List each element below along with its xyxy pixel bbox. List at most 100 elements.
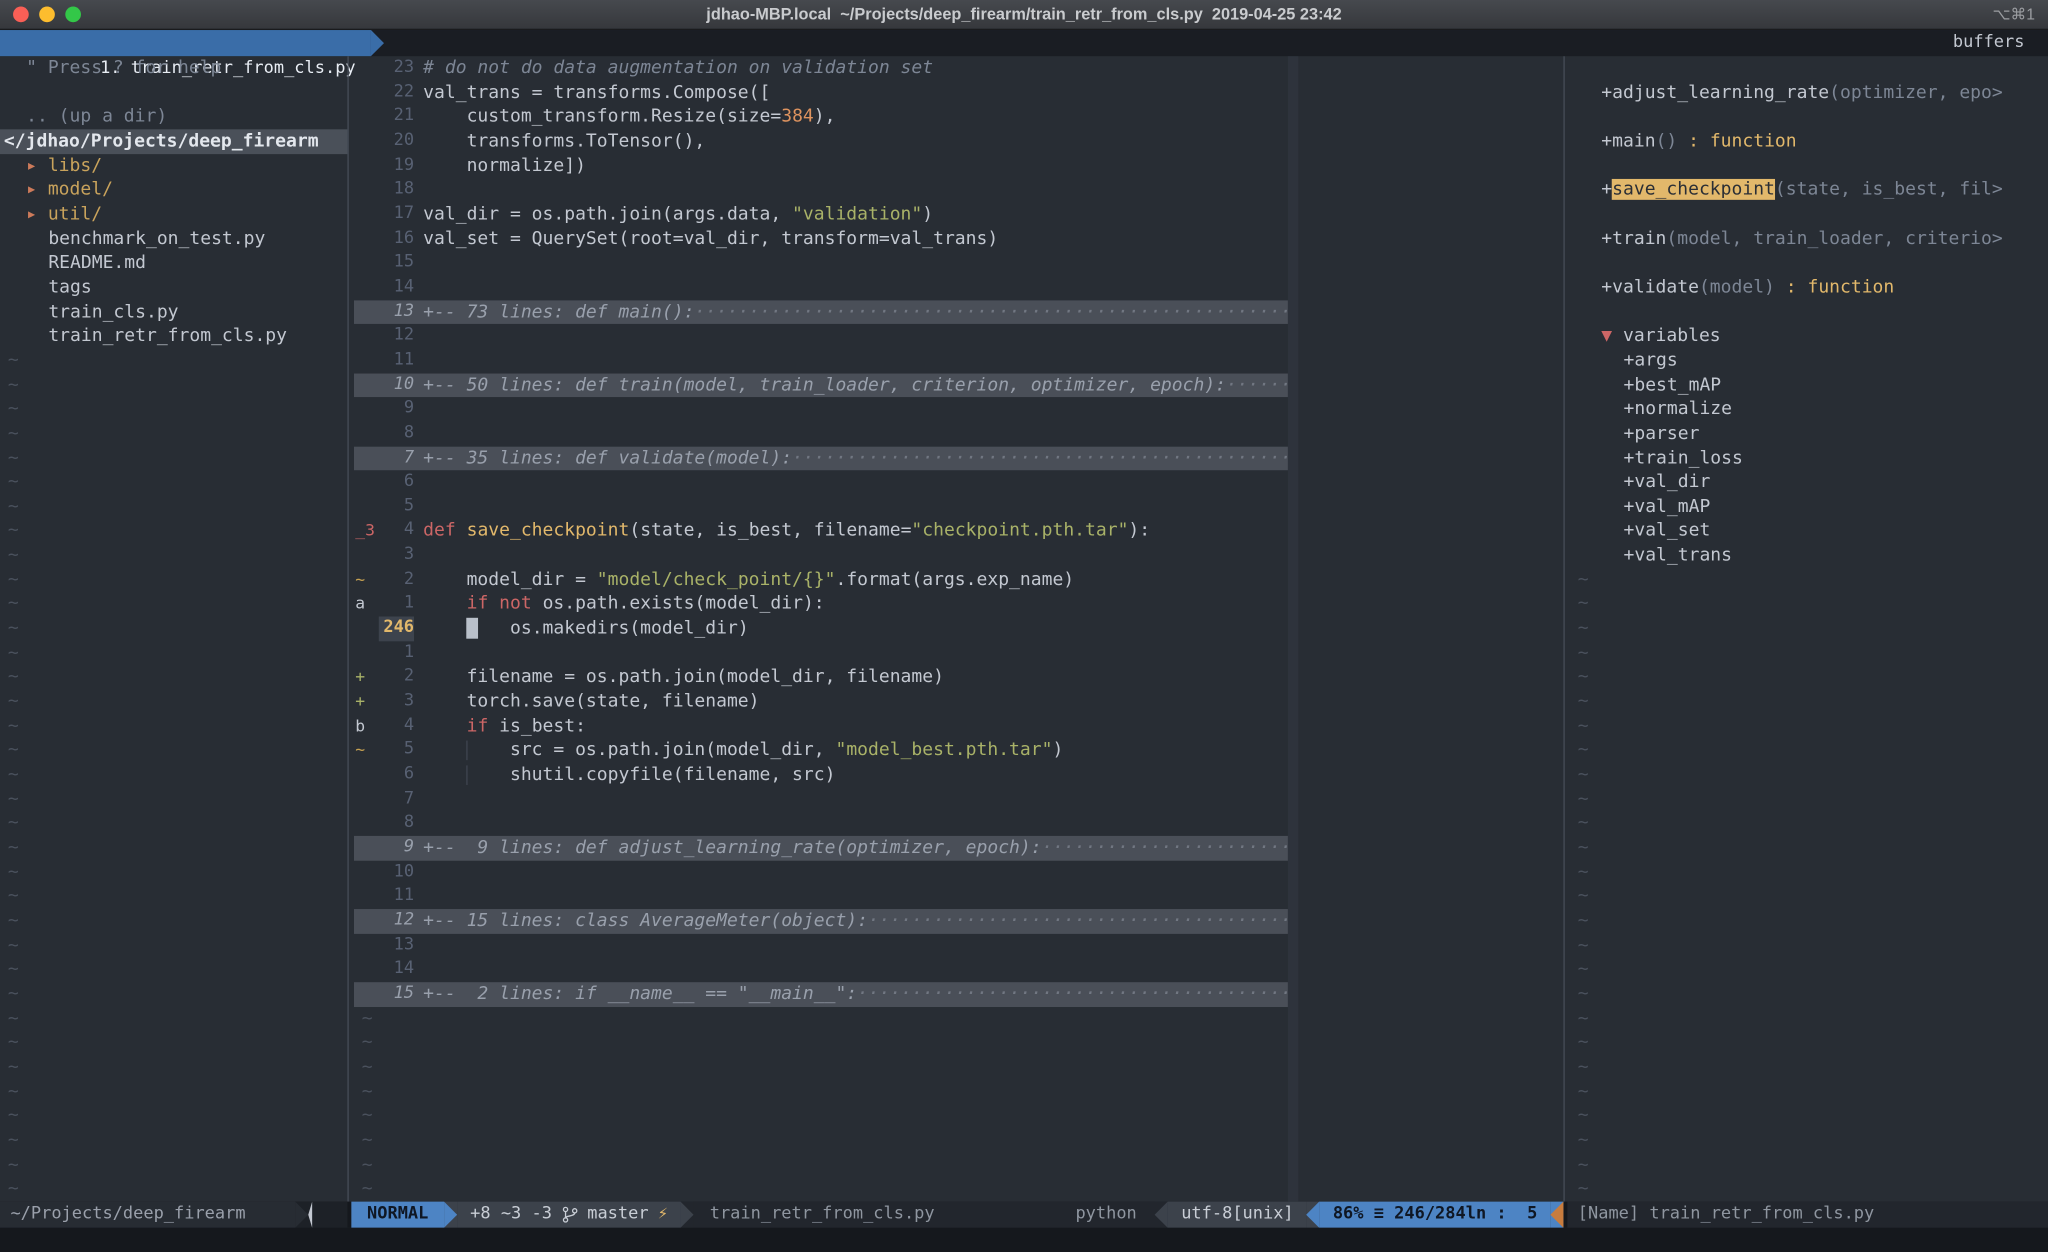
- code-line[interactable]: 12: [351, 324, 1563, 348]
- line-number: 1: [379, 592, 414, 616]
- tagbar-entry[interactable]: +val_set: [1567, 519, 2048, 543]
- tagbar-entry[interactable]: +main() : function: [1567, 129, 2048, 153]
- gutter-sign: [351, 933, 378, 957]
- code-line[interactable]: 246 os.makedirs(model_dir): [351, 617, 1563, 641]
- code-line[interactable]: 16val_set = QuerySet(root=val_dir, trans…: [351, 227, 1563, 251]
- tagbar-entry[interactable]: +val_trans: [1567, 544, 2048, 568]
- code-line[interactable]: 22val_trans = transforms.Compose([: [351, 81, 1563, 105]
- tilde-mark: ~: [1578, 1032, 1589, 1053]
- code-line[interactable]: 7: [351, 787, 1563, 811]
- tagbar-entry[interactable]: +parser: [1567, 422, 2048, 446]
- nerdtree-item-file[interactable]: README.md: [0, 251, 347, 275]
- code-line[interactable]: ~5 src = os.path.join(model_dir, "model_…: [351, 738, 1563, 762]
- empty-line-tilde: ~: [0, 544, 347, 568]
- code-line[interactable]: _34def save_checkpoint(state, is_best, f…: [351, 519, 1563, 543]
- tagbar-entry[interactable]: ▼ variables: [1567, 324, 2048, 348]
- code-line[interactable]: 11: [351, 349, 1563, 373]
- nerdtree-item-file[interactable]: benchmark_on_test.py: [0, 227, 347, 251]
- nerdtree-item-dir[interactable]: ▸ model/: [0, 178, 347, 202]
- nerdtree-item-dir[interactable]: ▸ util/: [0, 202, 347, 226]
- minimize-button[interactable]: [39, 7, 55, 23]
- empty-line-tilde: ~: [0, 617, 347, 641]
- nerdtree-item-file[interactable]: train_retr_from_cls.py: [0, 324, 347, 348]
- gutter-sign: [351, 397, 378, 421]
- powerline-arrow: [1307, 1202, 1320, 1228]
- line-number: 22: [379, 81, 414, 105]
- line-number: 8: [379, 812, 414, 836]
- powerline-arrow: [444, 1202, 457, 1228]
- code-text: +-- 50 lines: def train(model, train_loa…: [423, 373, 1291, 397]
- fold-fill: ········································: [857, 983, 1291, 1004]
- nerdtree-item-file[interactable]: tags: [0, 275, 347, 299]
- tagbar-entry[interactable]: +normalize: [1567, 397, 2048, 421]
- code-line[interactable]: 6: [351, 470, 1563, 494]
- code-line[interactable]: 21 custom_transform.Resize(size=384),: [351, 105, 1563, 129]
- gutter-sign: [351, 495, 378, 519]
- code-line[interactable]: 6 shutil.copyfile(filename, src): [351, 763, 1563, 787]
- code-line[interactable]: 3: [351, 544, 1563, 568]
- nerdtree-up-dir[interactable]: .. (up a dir): [0, 105, 347, 129]
- code-line[interactable]: ~2 model_dir = "model/check_point/{}".fo…: [351, 568, 1563, 592]
- nerdtree-item-dir[interactable]: ▸ libs/: [0, 154, 347, 178]
- code-line[interactable]: 19 normalize]): [351, 154, 1563, 178]
- nerdtree-root[interactable]: </jdhao/Projects/deep_firearm: [0, 129, 347, 153]
- tag-kind: : function: [1677, 131, 1796, 152]
- code-line[interactable]: a1 if not os.path.exists(model_dir):: [351, 592, 1563, 616]
- line-number: 9: [379, 397, 414, 421]
- tab-active[interactable]: 1. train_retr_from_cls.py: [0, 30, 371, 56]
- gutter-sign: [351, 982, 378, 1006]
- line-number: 3: [379, 690, 414, 714]
- powerline-arrow-warning: [1550, 1202, 1563, 1228]
- code-line[interactable]: +2 filename = os.path.join(model_dir, fi…: [351, 665, 1563, 689]
- empty-line-tilde: ~: [0, 1006, 347, 1030]
- code-line[interactable]: +3 torch.save(state, filename): [351, 690, 1563, 714]
- code-line[interactable]: 18: [351, 178, 1563, 202]
- code-line[interactable]: 14: [351, 958, 1563, 982]
- code-line[interactable]: 9: [351, 397, 1563, 421]
- line-number: 17: [379, 202, 414, 226]
- close-button[interactable]: [13, 7, 29, 23]
- code-line[interactable]: 1: [351, 641, 1563, 665]
- tagbar-entry[interactable]: +validate(model) : function: [1567, 275, 2048, 299]
- tagbar-entry[interactable]: +adjust_learning_rate(optimizer, epo>: [1567, 81, 2048, 105]
- tagbar-entry[interactable]: +val_dir: [1567, 470, 2048, 494]
- folded-line[interactable]: 9+-- 9 lines: def adjust_learning_rate(o…: [351, 836, 1563, 860]
- line-number: 11: [379, 885, 414, 909]
- tag-name: +adjust_learning_rate: [1601, 82, 1829, 103]
- folded-line[interactable]: 7+-- 35 lines: def validate(model):·····…: [351, 446, 1563, 470]
- code-line[interactable]: 8: [351, 422, 1563, 446]
- window-separator-left[interactable]: [347, 56, 348, 1201]
- vim-content: " Press ? for help.. (up a dir)</jdhao/P…: [0, 56, 2048, 1201]
- folded-line[interactable]: 10+-- 50 lines: def train(model, train_l…: [351, 373, 1563, 397]
- code-line[interactable]: 10: [351, 860, 1563, 884]
- zoom-button[interactable]: [65, 7, 81, 23]
- line-number: 15: [379, 982, 414, 1006]
- folded-line[interactable]: 12+-- 15 lines: class AverageMeter(objec…: [351, 909, 1563, 933]
- code-line[interactable]: 20 transforms.ToTensor(),: [351, 129, 1563, 153]
- code-line[interactable]: 14: [351, 275, 1563, 299]
- code-line[interactable]: 13: [351, 933, 1563, 957]
- code-line[interactable]: 11: [351, 885, 1563, 909]
- folded-line[interactable]: 15+-- 2 lines: if __name__ == "__main__"…: [351, 982, 1563, 1006]
- tagbar-entry[interactable]: +val_mAP: [1567, 495, 2048, 519]
- code-line[interactable]: 17 val_dir = os.path.join(args.data, "val…: [351, 202, 1563, 226]
- empty-line-tilde: ~: [0, 470, 347, 494]
- tagbar-entry[interactable]: +save_checkpoint(state, is_best, fil>: [1567, 178, 2048, 202]
- tagbar-entry[interactable]: +train(model, train_loader, criterio>: [1567, 227, 2048, 251]
- window-separator-right[interactable]: [1563, 56, 1564, 1201]
- tagbar-entry[interactable]: +train_loss: [1567, 446, 2048, 470]
- tagbar-entry[interactable]: +args: [1567, 349, 2048, 373]
- code-line[interactable]: 5: [351, 495, 1563, 519]
- code-line[interactable]: b4 if is_best:: [351, 714, 1563, 738]
- code-line[interactable]: 23# do not do data augmentation on valid…: [351, 56, 1563, 80]
- code-text: val_dir = os.path.join(args.data, "valid…: [423, 202, 933, 226]
- tagbar-entry[interactable]: +best_mAP: [1567, 373, 2048, 397]
- empty-line-tilde: ~: [0, 738, 347, 762]
- code-line[interactable]: 15: [351, 251, 1563, 275]
- text: "model/check_point/{}": [597, 569, 836, 590]
- tilde-mark: ~: [8, 837, 19, 858]
- tilde-mark: ~: [8, 862, 19, 883]
- code-line[interactable]: 8: [351, 812, 1563, 836]
- nerdtree-item-file[interactable]: train_cls.py: [0, 300, 347, 324]
- folded-line[interactable]: 13+-- 73 lines: def main():·············…: [351, 300, 1563, 324]
